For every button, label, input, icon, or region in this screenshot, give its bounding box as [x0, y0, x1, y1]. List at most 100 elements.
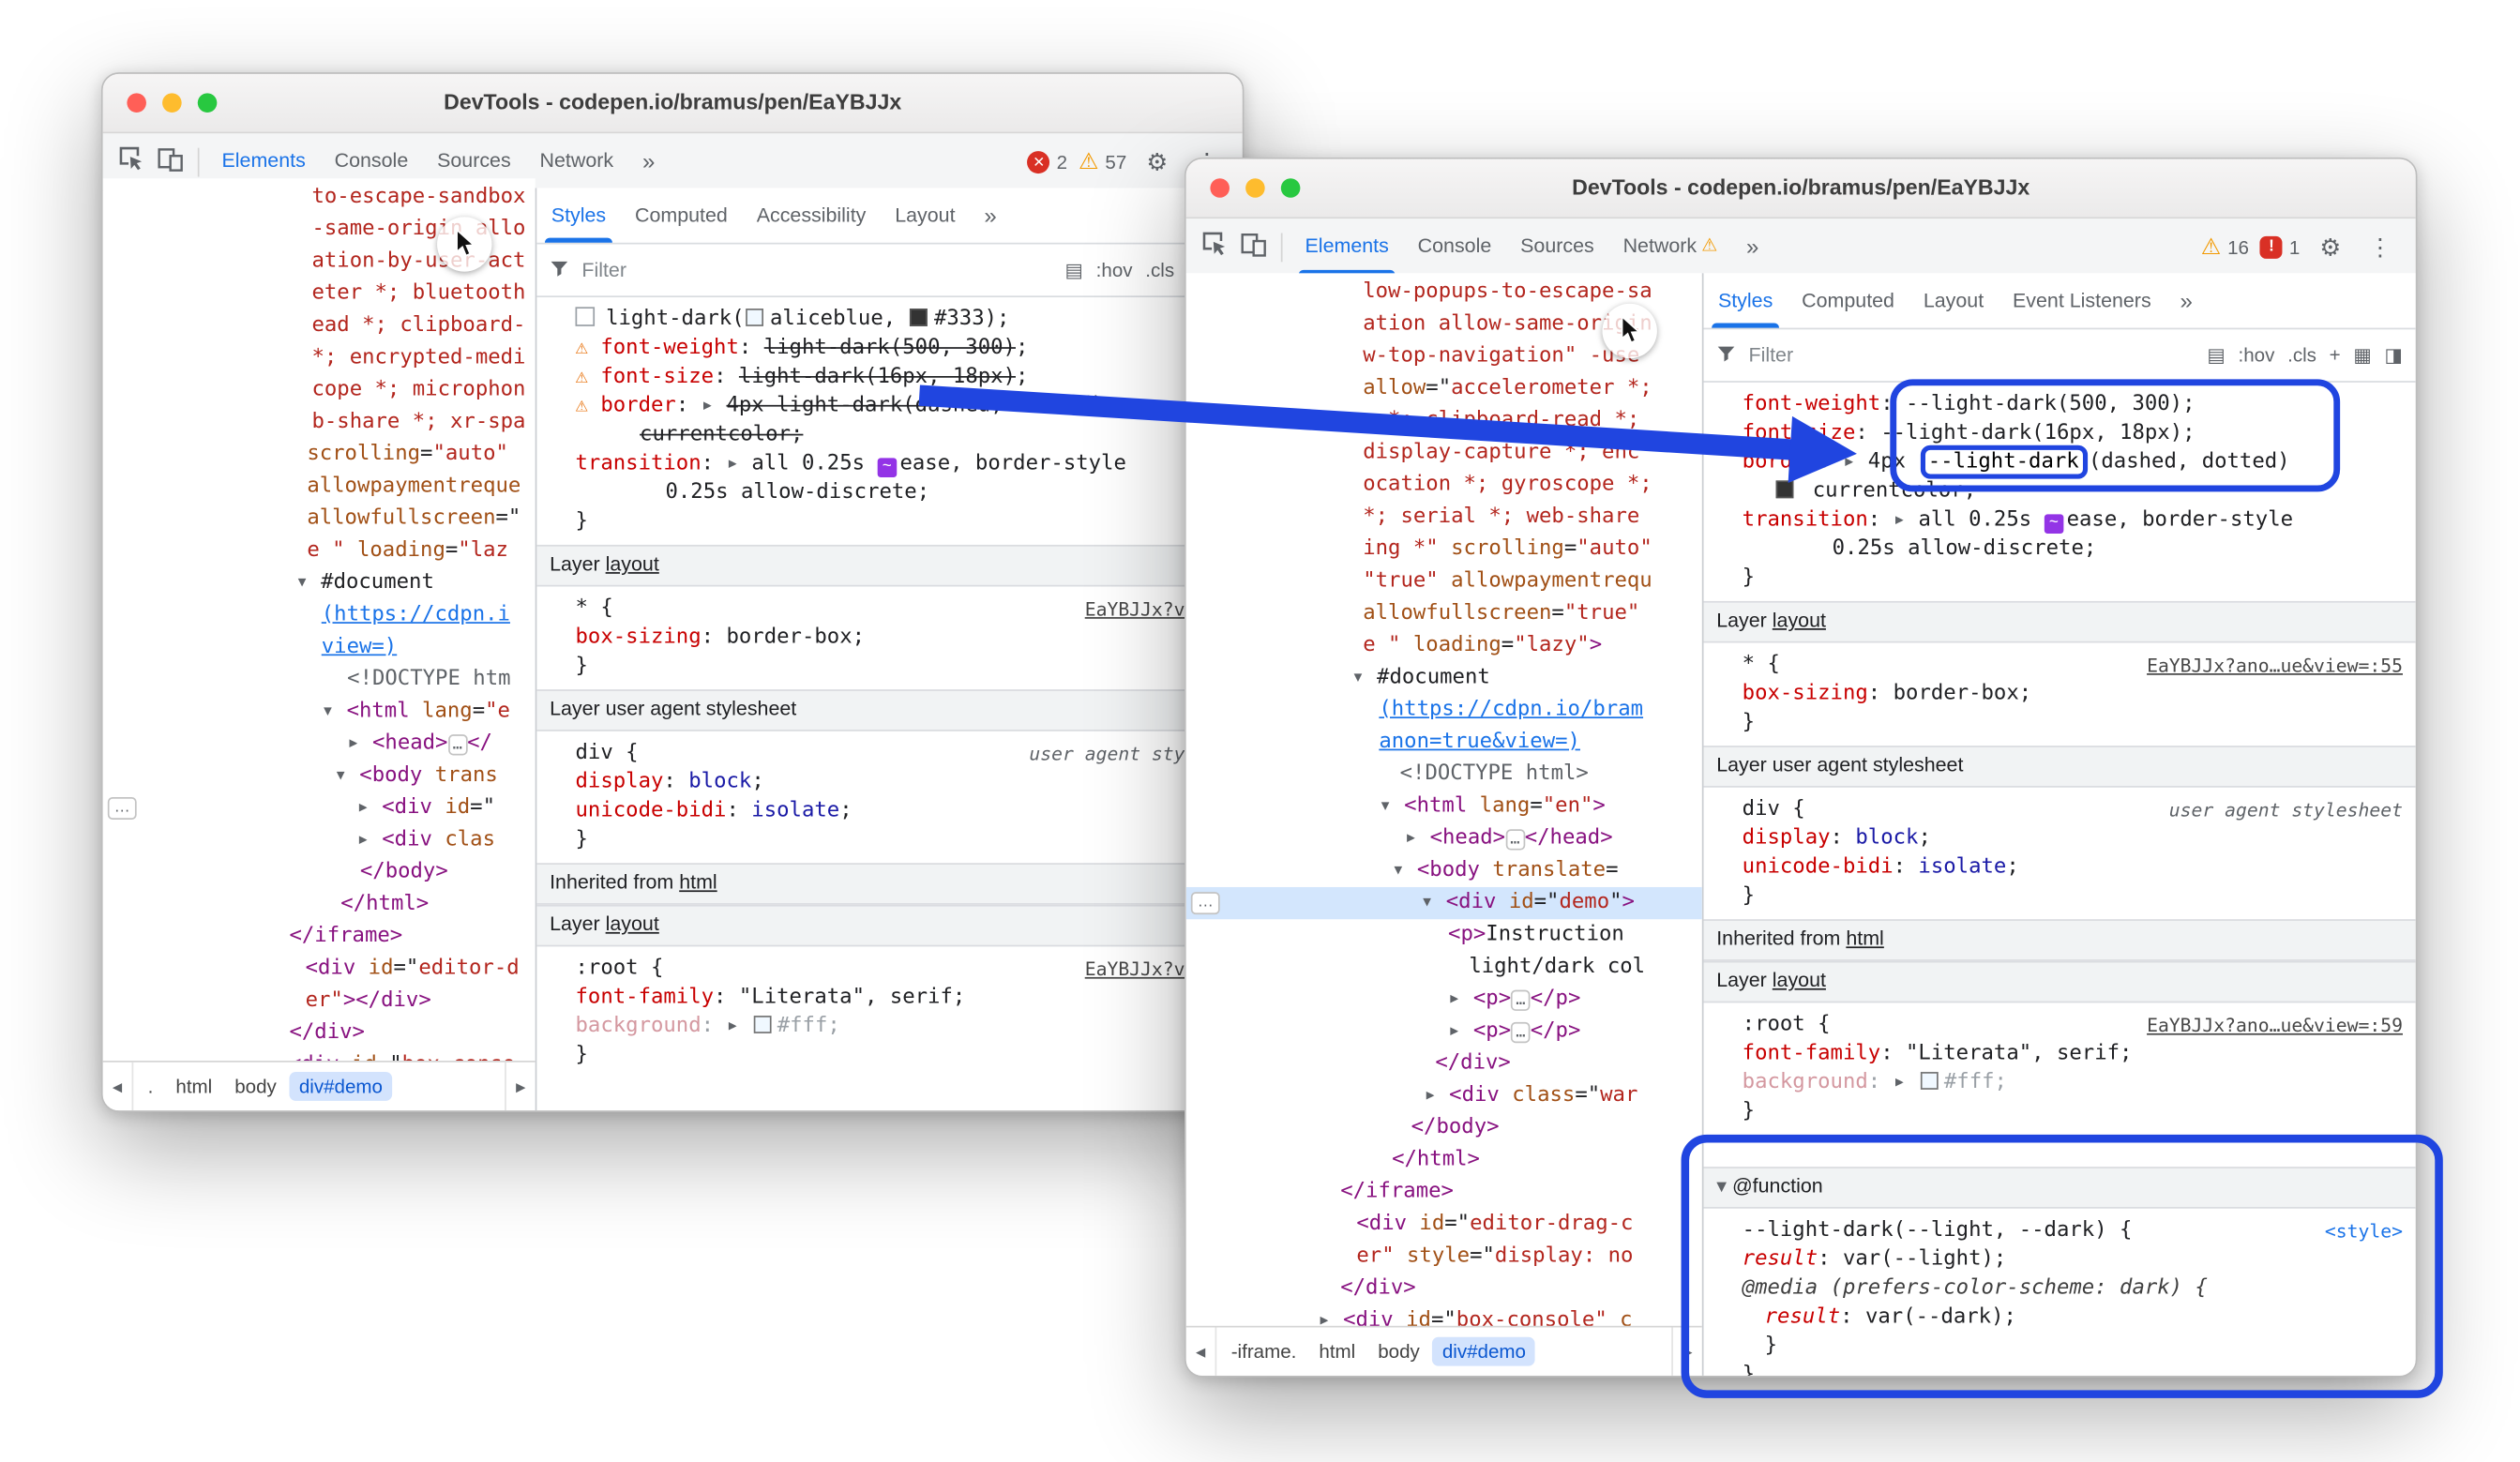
css-line[interactable]: } [1743, 882, 2403, 912]
tab-layout[interactable]: Layout [881, 188, 970, 243]
css-line[interactable]: user agent stylesidiv { [576, 739, 1230, 768]
more-tabs-button[interactable]: » [628, 133, 670, 189]
rule-source-link[interactable]: user agent stylesheet [2169, 795, 2403, 824]
window-titlebar[interactable]: DevTools - codepen.io/bramus/pen/EaYBJJx [1186, 159, 2416, 219]
css-line[interactable]: } [576, 826, 1230, 855]
more-tabs-button[interactable]: » [2165, 273, 2207, 327]
tab-computed[interactable]: Computed [1788, 273, 1909, 327]
dom-tree-line[interactable]: </body> [103, 856, 536, 888]
dom-tree-line[interactable]: eter *; bluetooth [103, 278, 536, 309]
minimize-button[interactable] [162, 93, 182, 113]
css-line[interactable]: background: ▸ #fff; [576, 1013, 1230, 1042]
dom-tree-line[interactable]: allowfullscreen="true" [1186, 597, 1702, 629]
css-line[interactable]: <style>--light-dark(--light, --dark) { [1743, 1216, 2403, 1245]
error-badge-icon[interactable]: ✕ [1028, 150, 1050, 173]
css-line[interactable]: EaYBJJx?view=:root { [576, 955, 1230, 984]
maximize-button[interactable] [1281, 178, 1301, 198]
breadcrumb-scroll-left-icon[interactable]: ◂ [1186, 1328, 1217, 1376]
error-count[interactable]: 2 [1057, 150, 1067, 173]
dom-tree-line[interactable]: </iframe> [103, 921, 536, 953]
dom-tree-line[interactable]: ▸ <head>…</ [103, 728, 536, 760]
css-line[interactable]: EaYBJJx?ano…ue&view=:55* { [1743, 651, 2403, 680]
breadcrumb-scroll-right-icon[interactable]: ▸ [1671, 1328, 1702, 1376]
breadcrumb-item[interactable]: body [225, 1072, 286, 1101]
dom-tree-line[interactable]: ▸ <div class="war [1186, 1080, 1702, 1112]
css-line[interactable]: 0.25s allow-discrete; [1743, 535, 2403, 565]
css-line[interactable]: unicode-bidi: isolate; [1743, 853, 2403, 882]
styles-section-header[interactable]: Layer user agent stylesheet [536, 689, 1242, 731]
tab-styles[interactable]: Styles [536, 188, 620, 243]
dom-tree-line[interactable]: </div> [103, 1017, 536, 1049]
css-line[interactable]: font-family: "Literata", serif; [1743, 1040, 2403, 1069]
dom-tree-line[interactable]: ▸ <div clas [103, 824, 536, 856]
dom-tree-line[interactable]: light/dark col [1186, 952, 1702, 984]
dom-tree-line[interactable]: <div id="editor-d [103, 953, 536, 985]
css-line[interactable]: result: var(--light); [1743, 1245, 2403, 1274]
dom-tree-line[interactable]: ▸ <div id="box-console" c [1186, 1305, 1702, 1326]
styles-section-header[interactable]: ▾ @function [1704, 1167, 2416, 1209]
dom-tree-line[interactable]: anon=true&view=) [1186, 727, 1702, 759]
css-line[interactable]: result: var(--dark); [1743, 1304, 2403, 1333]
dom-tree-line[interactable]: (https://cdpn.i [103, 599, 536, 631]
dom-tree-line[interactable]: *; serial *; web-share [1186, 502, 1702, 534]
css-line[interactable]: EaYBJJx?ano…ue&view=:59:root { [1743, 1011, 2403, 1040]
device-toolbar-icon[interactable] [151, 145, 189, 177]
breadcrumb-item[interactable]: -iframe. [1221, 1337, 1305, 1366]
styles-section-header[interactable]: Layer layout [1704, 961, 2416, 1003]
dom-tree-line[interactable]: allow="accelerometer *; [1186, 373, 1702, 405]
dom-tree-line[interactable]: </body> [1186, 1112, 1702, 1144]
css-line[interactable]: display: block; [576, 768, 1230, 797]
dom-tree-line[interactable]: view=) [103, 631, 536, 663]
maximize-button[interactable] [198, 93, 218, 113]
device-toolbar-icon[interactable] [1234, 231, 1273, 263]
minimize-button[interactable] [1245, 178, 1265, 198]
dom-tree-line[interactable]: <!DOCTYPE htm [103, 664, 536, 696]
tab-styles[interactable]: Styles [1704, 273, 1788, 327]
dom-tree-line[interactable]: "true" allowpaymentrequ [1186, 565, 1702, 597]
css-line[interactable]: 0.25s allow-discrete; [576, 479, 1230, 508]
dom-tree-line[interactable]: <div id="editor-drag-c [1186, 1209, 1702, 1241]
dom-tree-line[interactable]: (https://cdpn.io/bram [1186, 694, 1702, 726]
tab-elements[interactable]: Elements [1290, 219, 1403, 275]
breadcrumb-scroll-left-icon[interactable]: ◂ [103, 1063, 134, 1110]
breadcrumb-item[interactable]: html [1309, 1337, 1365, 1366]
tab-event-listeners[interactable]: Event Listeners [1999, 273, 2166, 327]
css-line[interactable]: border: ▸ 4px --light-dark(dashed, dotte… [1743, 448, 2403, 477]
tab-network[interactable]: Network [525, 133, 627, 189]
tab-accessibility[interactable]: Accessibility [742, 188, 881, 243]
issues-icon[interactable]: ! [2260, 235, 2283, 258]
dock-sidebar-icon[interactable]: ◨ [2385, 344, 2403, 367]
breadcrumb-scroll-right-icon[interactable]: ▸ [505, 1063, 536, 1110]
css-line[interactable]: font-weight: --light-dark(500, 300); [1743, 390, 2403, 419]
dom-tree-line[interactable]: ▾ <body trans [103, 761, 536, 792]
dom-tree-line[interactable]: ▸ <p>…</p> [1186, 984, 1702, 1016]
dom-tree-line[interactable]: ▾ <html lang="e [103, 696, 536, 728]
styles-section-header[interactable]: Layer layout [1704, 601, 2416, 643]
close-button[interactable] [127, 93, 146, 113]
issue-count[interactable]: 1 [2289, 235, 2300, 258]
dom-tree-line[interactable]: ▸ <p>…</p> [1186, 1016, 1702, 1048]
dom-tree-line[interactable]: </div> [1186, 1048, 1702, 1079]
settings-gear-icon[interactable]: ⚙ [2311, 233, 2349, 262]
dom-tree-line[interactable]: <!DOCTYPE html> [1186, 759, 1702, 791]
css-line[interactable]: EaYBJJx?view=* { [576, 595, 1230, 624]
css-line[interactable]: } [1743, 709, 2403, 738]
inspect-element-icon[interactable] [1196, 231, 1234, 263]
dom-tree-line[interactable]: ▾ #document [1186, 662, 1702, 694]
dom-tree-line[interactable]: to-escape-sandbox [103, 182, 536, 214]
styles-section-header[interactable]: Inherited from html [1704, 919, 2416, 961]
css-line[interactable]: currentcolor; [1743, 477, 2403, 506]
dom-tree-line[interactable]: ▸ <head>…</head> [1186, 822, 1702, 854]
breadcrumb-item[interactable]: html [166, 1072, 221, 1101]
dom-tree-line[interactable]: er" style="display: no [1186, 1241, 1702, 1273]
css-line[interactable]: background: ▸ #fff; [1743, 1069, 2403, 1098]
dom-tree-line[interactable]: ocation *; gyroscope *; [1186, 469, 1702, 501]
dom-tree-line[interactable]: ▸ <div id="box-conso [103, 1049, 536, 1061]
warning-icon[interactable]: ⚠ [1079, 148, 1099, 175]
inspect-element-icon[interactable] [113, 145, 151, 177]
css-line[interactable]: } [1743, 1362, 2403, 1376]
css-line[interactable]: box-sizing: border-box; [576, 624, 1230, 653]
tab-network[interactable]: Network⚠ [1608, 219, 1731, 275]
css-line[interactable]: light-dark(aliceblue, #333); [576, 306, 1230, 335]
styles-section-header[interactable]: Layer layout [536, 905, 1242, 947]
